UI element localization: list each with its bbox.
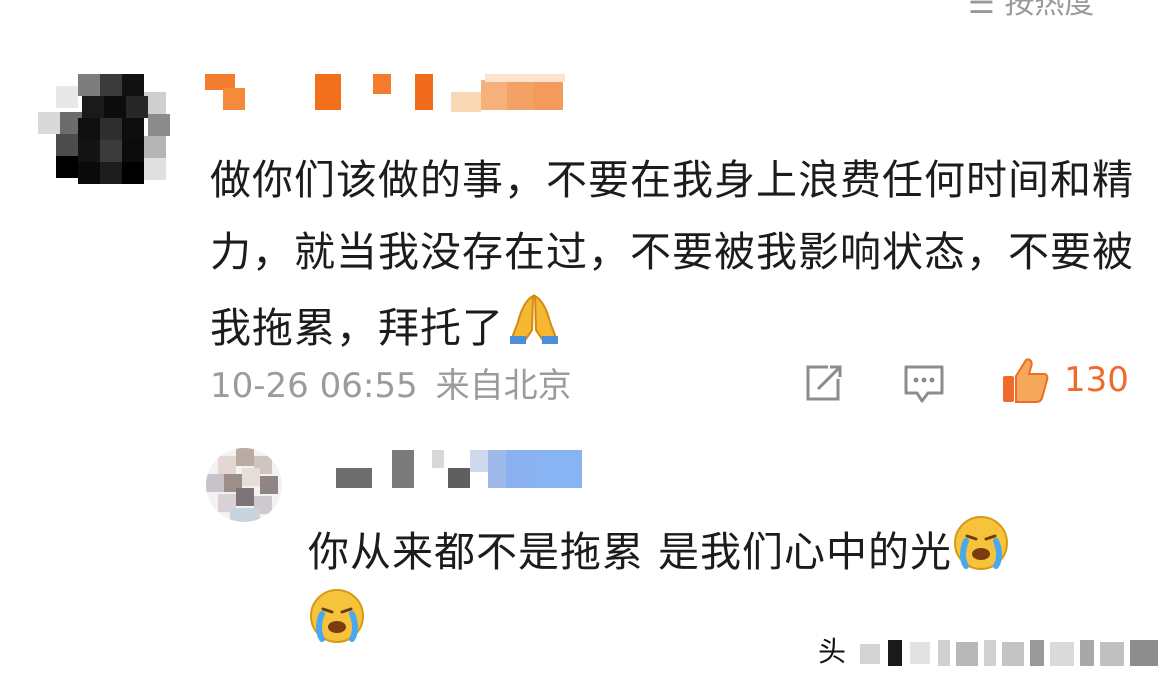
watermark-mosaic — [860, 640, 1158, 666]
crying-face-emoji — [954, 516, 1009, 570]
reply-username[interactable] — [336, 450, 586, 490]
comment-meta: 10-26 06:55 来自北京 — [210, 358, 572, 407]
username[interactable] — [205, 74, 565, 114]
comment-body: 做你们该做的事，不要在我身上浪费任何时间和精力，就当我没存在过，不要被我影响状态… — [210, 156, 1134, 352]
sort-icon: ☰ — [968, 0, 1005, 21]
comment-icon[interactable] — [902, 363, 946, 405]
comment-text: 做你们该做的事，不要在我身上浪费任何时间和精力，就当我没存在过，不要被我影响状态… — [210, 144, 1140, 364]
repost-icon[interactable] — [802, 363, 844, 403]
location: 来自北京 — [435, 366, 572, 406]
sort-toggle[interactable]: ☰ 按热度 — [968, 0, 1094, 22]
reply-avatar[interactable] — [206, 448, 282, 522]
like-icon[interactable] — [1000, 356, 1050, 406]
reply-body: 你从来都不是拖累 是我们心中的光 — [308, 528, 953, 576]
pray-emoji — [510, 294, 558, 344]
like-count: 130 — [1064, 360, 1129, 400]
avatar[interactable] — [38, 72, 170, 190]
crying-face-emoji — [310, 589, 364, 643]
timestamp: 10-26 06:55 — [210, 366, 418, 406]
sort-label: 按热度 — [1004, 0, 1095, 21]
watermark-label: 头 — [818, 635, 847, 668]
